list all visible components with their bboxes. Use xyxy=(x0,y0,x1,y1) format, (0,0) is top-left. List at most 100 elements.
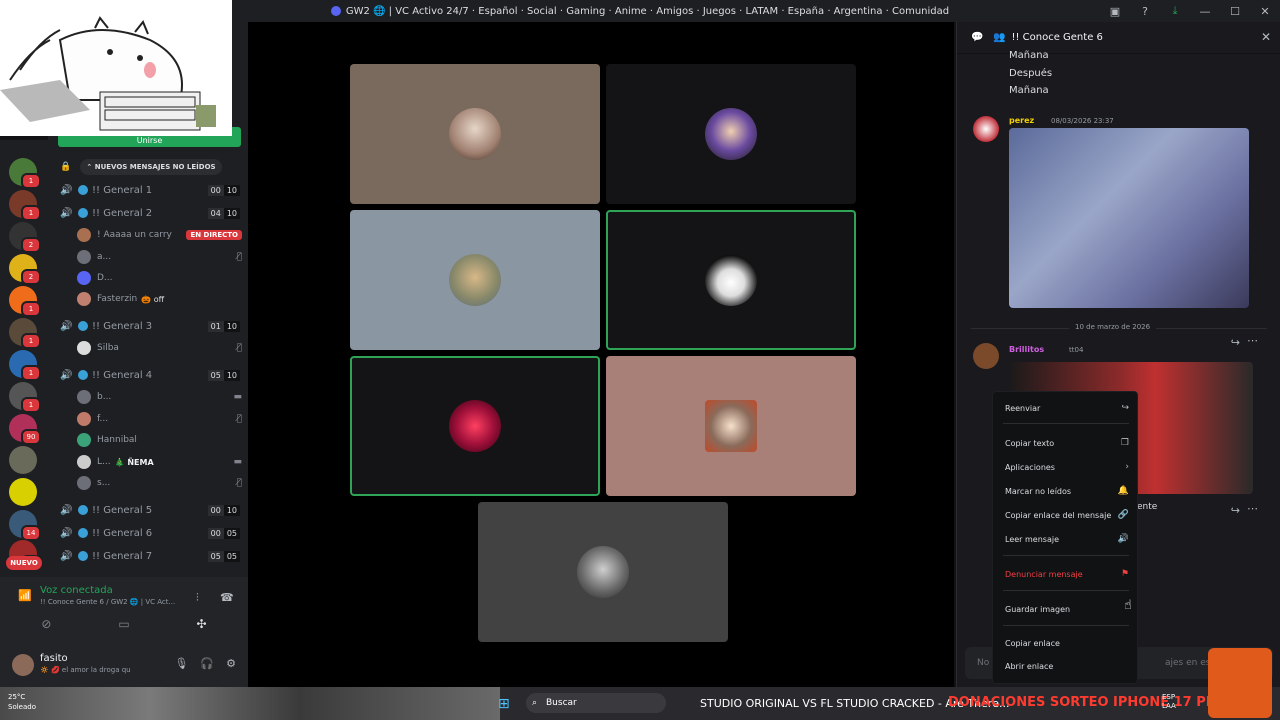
close-window-button[interactable]: ✕ xyxy=(1250,5,1280,18)
avatar[interactable] xyxy=(973,116,999,142)
close-icon[interactable]: ✕ xyxy=(1261,30,1271,44)
globe-icon xyxy=(78,551,88,561)
menu-item-copy-message-link[interactable]: Copiar enlace del mensaje 🔗 xyxy=(1005,507,1129,523)
voice-user[interactable]: Hannibal xyxy=(77,431,242,449)
message-author[interactable]: Brillitos xyxy=(1009,345,1044,354)
download-icon[interactable]: ⤓ xyxy=(1160,4,1190,18)
avatar[interactable] xyxy=(973,343,999,369)
voice-channel-path[interactable]: !! Conoce Gente 6 / GW2 🌐 | VC Act... xyxy=(40,598,175,606)
webcam-overlay xyxy=(0,0,232,136)
participant-tile[interactable] xyxy=(350,356,600,496)
user-tag: tt04 xyxy=(1069,346,1084,354)
weather-condition: Soleado xyxy=(8,703,36,711)
participant-tile[interactable] xyxy=(606,356,856,496)
taskbar-background-image xyxy=(0,687,500,720)
more-icon[interactable]: ⋯ xyxy=(1247,502,1258,515)
server-icon[interactable] xyxy=(9,478,37,506)
participant-tile[interactable] xyxy=(350,64,600,204)
server-icon[interactable]: 1 xyxy=(9,190,41,221)
menu-item-open-link[interactable]: Abrir enlace xyxy=(1005,658,1129,674)
voice-channel-general-3[interactable]: 🔊 !! General 3 01 10 xyxy=(60,317,240,335)
menu-item-copy-link[interactable]: Copiar enlace xyxy=(1005,635,1129,651)
voice-user[interactable]: L... 🎄 ÑEMA ▬ xyxy=(77,453,242,471)
voice-user[interactable]: Silba 🎙̸ xyxy=(77,339,242,357)
server-icon[interactable]: 1 xyxy=(9,382,41,413)
server-icon[interactable]: 90 xyxy=(9,414,41,445)
server-icon[interactable] xyxy=(9,446,37,474)
server-icon[interactable]: 1 xyxy=(9,318,41,349)
voice-channel-general-1[interactable]: 🔊 !! General 1 00 10 xyxy=(60,181,240,199)
menu-item-read-message[interactable]: Leer mensaje 🔊 xyxy=(1005,531,1129,547)
voice-connection-panel: 📶 Voz conectada !! Conoce Gente 6 / GW2 … xyxy=(0,577,248,687)
participant-tile[interactable] xyxy=(606,64,856,204)
user-tag: 🎄 ÑEMA xyxy=(114,457,154,467)
server-icon[interactable]: 1 xyxy=(9,158,41,189)
signal-icon: 📶 xyxy=(18,589,32,602)
language-indicator[interactable]: ESP LAA xyxy=(1162,693,1176,711)
inbox-icon[interactable]: ▣ xyxy=(1100,5,1130,18)
voice-user[interactable]: s... 🎙̸ xyxy=(77,474,242,492)
server-icon[interactable]: 1 xyxy=(9,350,41,381)
message-context-menu: Reenviar ↪ Copiar texto ❐ Aplicaciones › Ma… xyxy=(992,391,1138,684)
chat-bubble-icon: 💬 xyxy=(971,32,984,43)
menu-item-mark-unread[interactable]: Marcar no leídos 🔔 xyxy=(1005,483,1129,499)
avatar xyxy=(77,271,91,285)
menu-item-report[interactable]: Denunciar mensaje ⚑ xyxy=(1005,566,1129,582)
headphones-icon[interactable]: 🎧 xyxy=(200,657,214,670)
search-label: Buscar xyxy=(546,698,577,708)
globe-icon xyxy=(78,505,88,515)
microphone-icon[interactable]: 🎙 xyxy=(174,657,188,670)
activities-icon[interactable]: ✣ xyxy=(197,617,207,631)
user-name: D... xyxy=(97,273,113,283)
server-icon[interactable]: 1 xyxy=(9,286,41,317)
avatar[interactable] xyxy=(12,654,34,676)
windows-start-icon[interactable]: ⊞ xyxy=(498,696,514,712)
taskbar-search[interactable]: ⌕ Buscar xyxy=(526,693,666,713)
participant-tile[interactable] xyxy=(606,210,856,350)
weather-widget[interactable]: 25°C Soleado xyxy=(8,692,36,712)
noise-suppression-icon[interactable]: ⫶ xyxy=(196,591,199,605)
voice-channel-general-6[interactable]: 🔊 !! General 6 00 05 xyxy=(60,524,240,542)
disconnect-icon[interactable]: ☎ xyxy=(220,591,234,604)
server-icon[interactable]: 2 xyxy=(9,222,41,253)
voice-user[interactable]: ! Aaaaa un carry EN DIRECTO xyxy=(77,226,242,244)
voice-user[interactable]: D... xyxy=(77,269,242,287)
menu-item-forward[interactable]: Reenviar ↪ xyxy=(1005,400,1129,416)
screen-share-icon[interactable]: ▭ xyxy=(118,617,129,631)
voice-user[interactable]: f... 🎙̸ xyxy=(77,410,242,428)
voice-status[interactable]: Voz conectada xyxy=(40,585,113,596)
reply-icon[interactable]: ↪ xyxy=(1231,336,1240,349)
windows-taskbar: 25°C Soleado ⊞ ⌕ Buscar STUDIO ORIGINAL … xyxy=(0,687,1280,720)
new-servers-pill[interactable]: NUEVO xyxy=(6,556,42,570)
more-icon[interactable]: ⋯ xyxy=(1247,334,1258,347)
menu-item-apps[interactable]: Aplicaciones › xyxy=(1005,459,1129,475)
participant-tile[interactable] xyxy=(478,502,728,642)
voice-channel-general-7[interactable]: 🔊 !! General 7 05 05 xyxy=(60,547,240,565)
menu-item-save-image[interactable]: Guardar imagen xyxy=(1005,601,1129,617)
minimize-button[interactable]: — xyxy=(1190,5,1220,18)
user-name[interactable]: fasito xyxy=(40,653,68,664)
gear-icon[interactable]: ⚙ xyxy=(226,657,236,670)
voice-channel-general-2[interactable]: 🔊 !! General 2 04 10 xyxy=(60,204,240,222)
camera-off-icon[interactable]: ⊘ xyxy=(41,617,51,631)
message-image[interactable] xyxy=(1009,128,1249,308)
participant-tile[interactable] xyxy=(350,210,600,350)
menu-item-copy-text[interactable]: Copiar texto ❐ xyxy=(1005,435,1129,451)
voice-user[interactable]: a... 🎙̸ xyxy=(77,248,242,266)
voice-user[interactable]: Fasterzin 🎃 off xyxy=(77,290,242,308)
new-unread-pill[interactable]: ⌃ NUEVOS MENSAJES NO LEÍDOS xyxy=(80,159,222,175)
server-icon[interactable]: 14 xyxy=(9,510,41,541)
maximize-button[interactable]: ☐ xyxy=(1220,5,1250,18)
user-name: f... xyxy=(97,414,109,424)
globe-icon xyxy=(78,208,88,218)
server-icon[interactable]: 2 xyxy=(9,254,41,285)
reply-icon[interactable]: ↪ xyxy=(1231,504,1240,517)
user-limit: 04 10 xyxy=(207,207,240,219)
message-author[interactable]: perez xyxy=(1009,116,1034,125)
help-icon[interactable]: ? xyxy=(1130,5,1160,18)
voice-channel-general-5[interactable]: 🔊 !! General 5 00 10 xyxy=(60,501,240,519)
server-badge: 1 xyxy=(21,173,41,189)
voice-user[interactable]: b... ▬ xyxy=(77,388,242,406)
voice-channel-general-4[interactable]: 🔊 !! General 4 05 10 xyxy=(60,366,240,384)
user-limit: 00 10 xyxy=(207,504,240,516)
